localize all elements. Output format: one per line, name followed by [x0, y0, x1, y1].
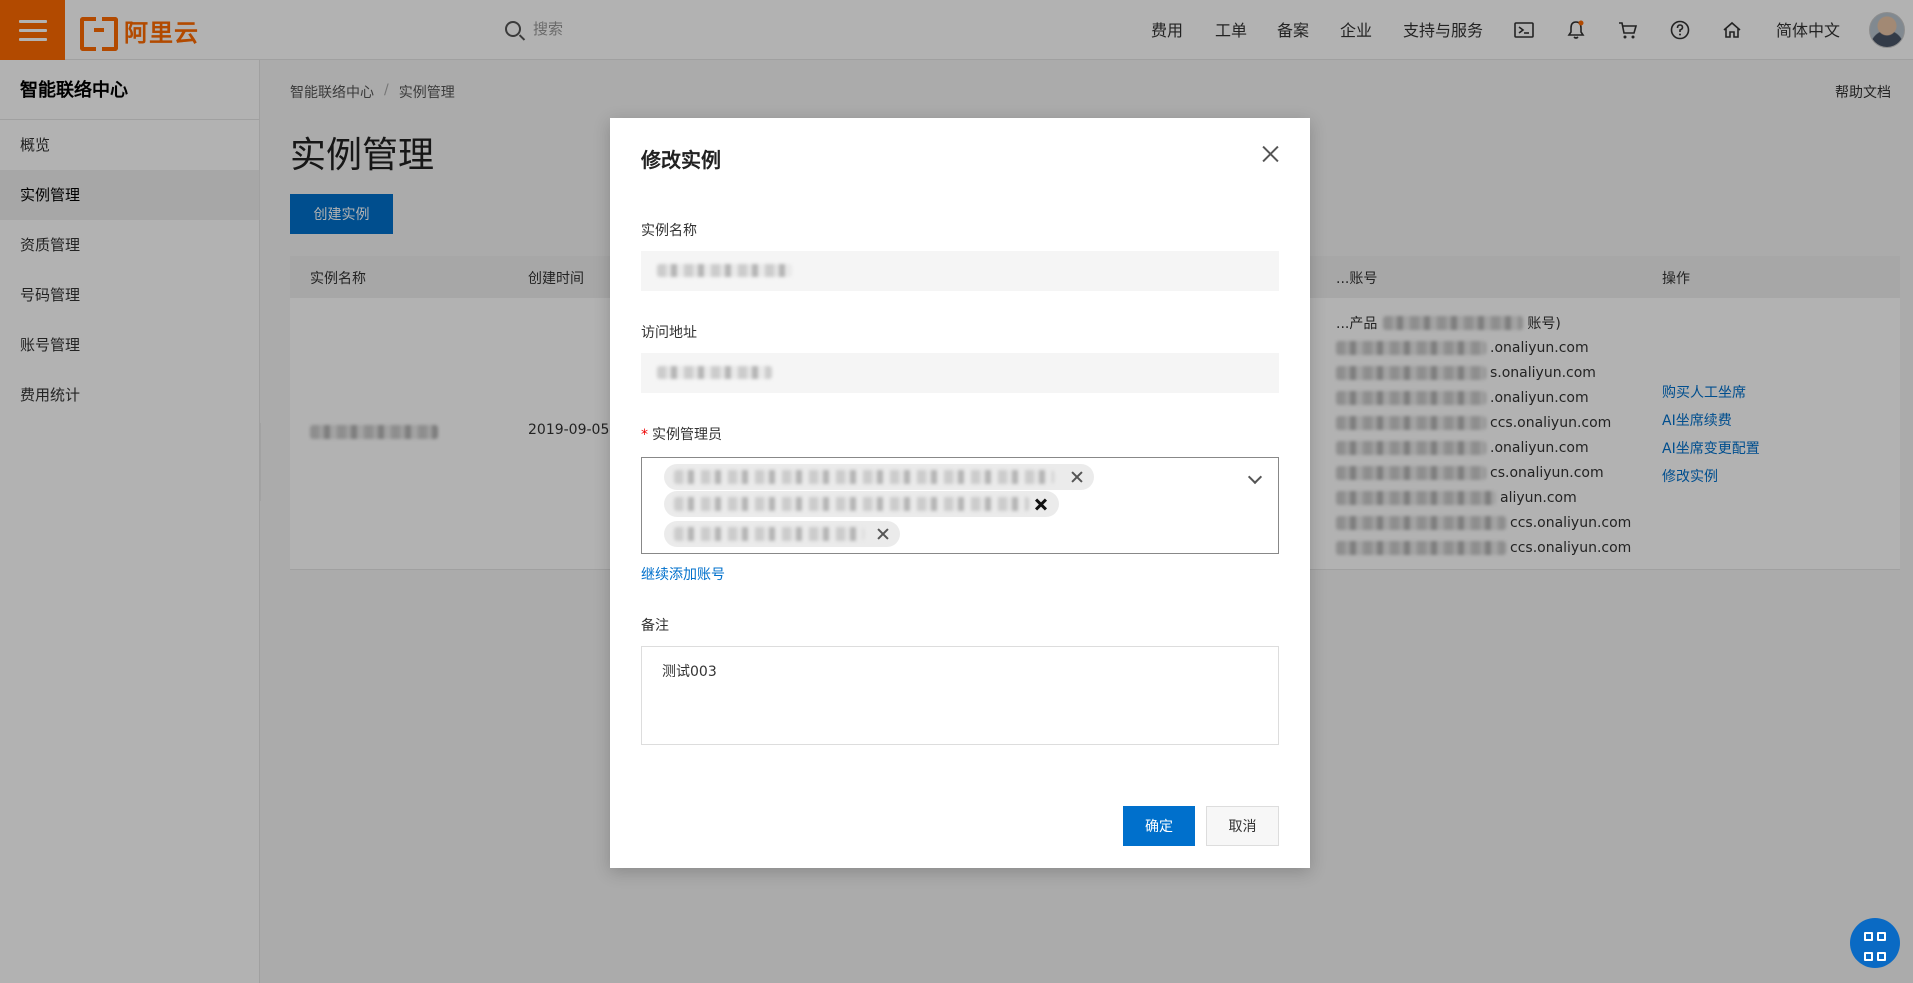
add-account-link[interactable]: 继续添加账号	[641, 564, 725, 584]
cancel-button[interactable]: 取消	[1206, 806, 1279, 846]
admin-tag	[664, 464, 1094, 490]
close-icon[interactable]	[1258, 142, 1282, 166]
dialog-title: 修改实例	[641, 148, 721, 172]
remark-textarea[interactable]: 测试003	[641, 646, 1279, 745]
required-mark: *	[641, 427, 648, 443]
instance-admin-select[interactable]	[641, 457, 1279, 554]
remark-label: 备注	[641, 618, 669, 634]
remove-tag-icon[interactable]	[1070, 470, 1084, 484]
edit-instance-dialog: 修改实例 实例名称 访问地址 * 实例管理员 继续添加账号 备注 测试003 确定…	[610, 118, 1310, 868]
redacted-value	[657, 264, 792, 277]
redacted-value	[657, 366, 772, 379]
remove-tag-icon[interactable]	[876, 527, 890, 541]
admin-tag	[664, 491, 1059, 517]
instance-name-input[interactable]	[641, 251, 1279, 291]
confirm-button[interactable]: 确定	[1123, 806, 1195, 846]
access-url-label: 访问地址	[641, 325, 697, 341]
access-url-input[interactable]	[641, 353, 1279, 393]
instance-admin-label: * 实例管理员	[641, 427, 722, 443]
chevron-down-icon[interactable]	[1247, 469, 1263, 485]
admin-tag	[664, 521, 900, 547]
remove-tag-icon[interactable]	[1034, 497, 1048, 511]
instance-name-label: 实例名称	[641, 223, 697, 239]
apps-grid-icon[interactable]	[1850, 918, 1900, 968]
